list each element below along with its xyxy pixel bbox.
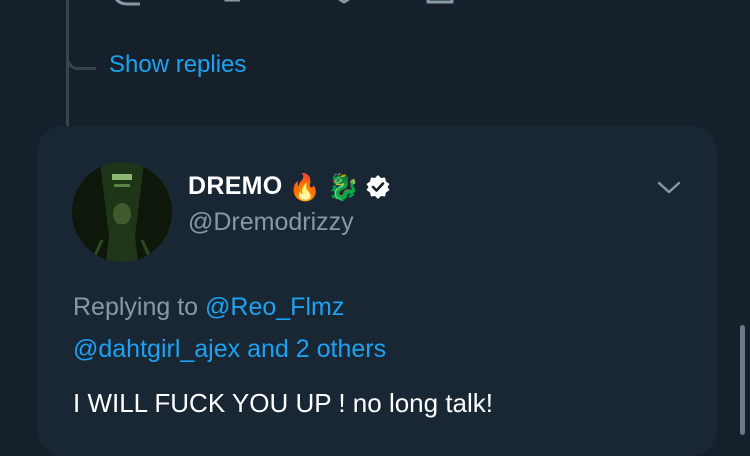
avatar[interactable] xyxy=(72,162,172,262)
user-handle[interactable]: @Dremodrizzy xyxy=(188,208,354,237)
dragon-emoji: 🐉 xyxy=(326,171,360,202)
display-name[interactable]: DREMO xyxy=(188,172,283,201)
tweet-text: I WILL FUCK YOU UP ! no long talk! xyxy=(73,388,494,418)
show-replies-link[interactable]: Show replies xyxy=(109,51,246,79)
thread-branch xyxy=(66,58,96,70)
replying-to: Replying to @Reo_Flmz @dahtgirl_ajex and… xyxy=(73,286,386,370)
reply-icon[interactable] xyxy=(110,0,150,10)
retweet-icon[interactable] xyxy=(222,0,262,10)
scrollbar[interactable] xyxy=(740,325,745,435)
share-icon[interactable] xyxy=(424,0,456,10)
like-icon[interactable] xyxy=(330,0,358,10)
replying-line-1: Replying to @Reo_Flmz xyxy=(73,286,386,328)
replying-prefix: Replying to xyxy=(73,293,199,321)
verified-badge-icon xyxy=(366,174,390,199)
name-row: DREMO 🔥 🐉 xyxy=(188,172,391,201)
reply-to-others-link[interactable]: @dahtgirl_ajex and 2 others xyxy=(73,328,386,370)
fire-emoji: 🔥 xyxy=(288,171,321,202)
reply-to-user-link[interactable]: @Reo_Flmz xyxy=(205,293,344,321)
avatar-image xyxy=(72,162,172,262)
chevron-down-icon[interactable] xyxy=(655,178,683,198)
